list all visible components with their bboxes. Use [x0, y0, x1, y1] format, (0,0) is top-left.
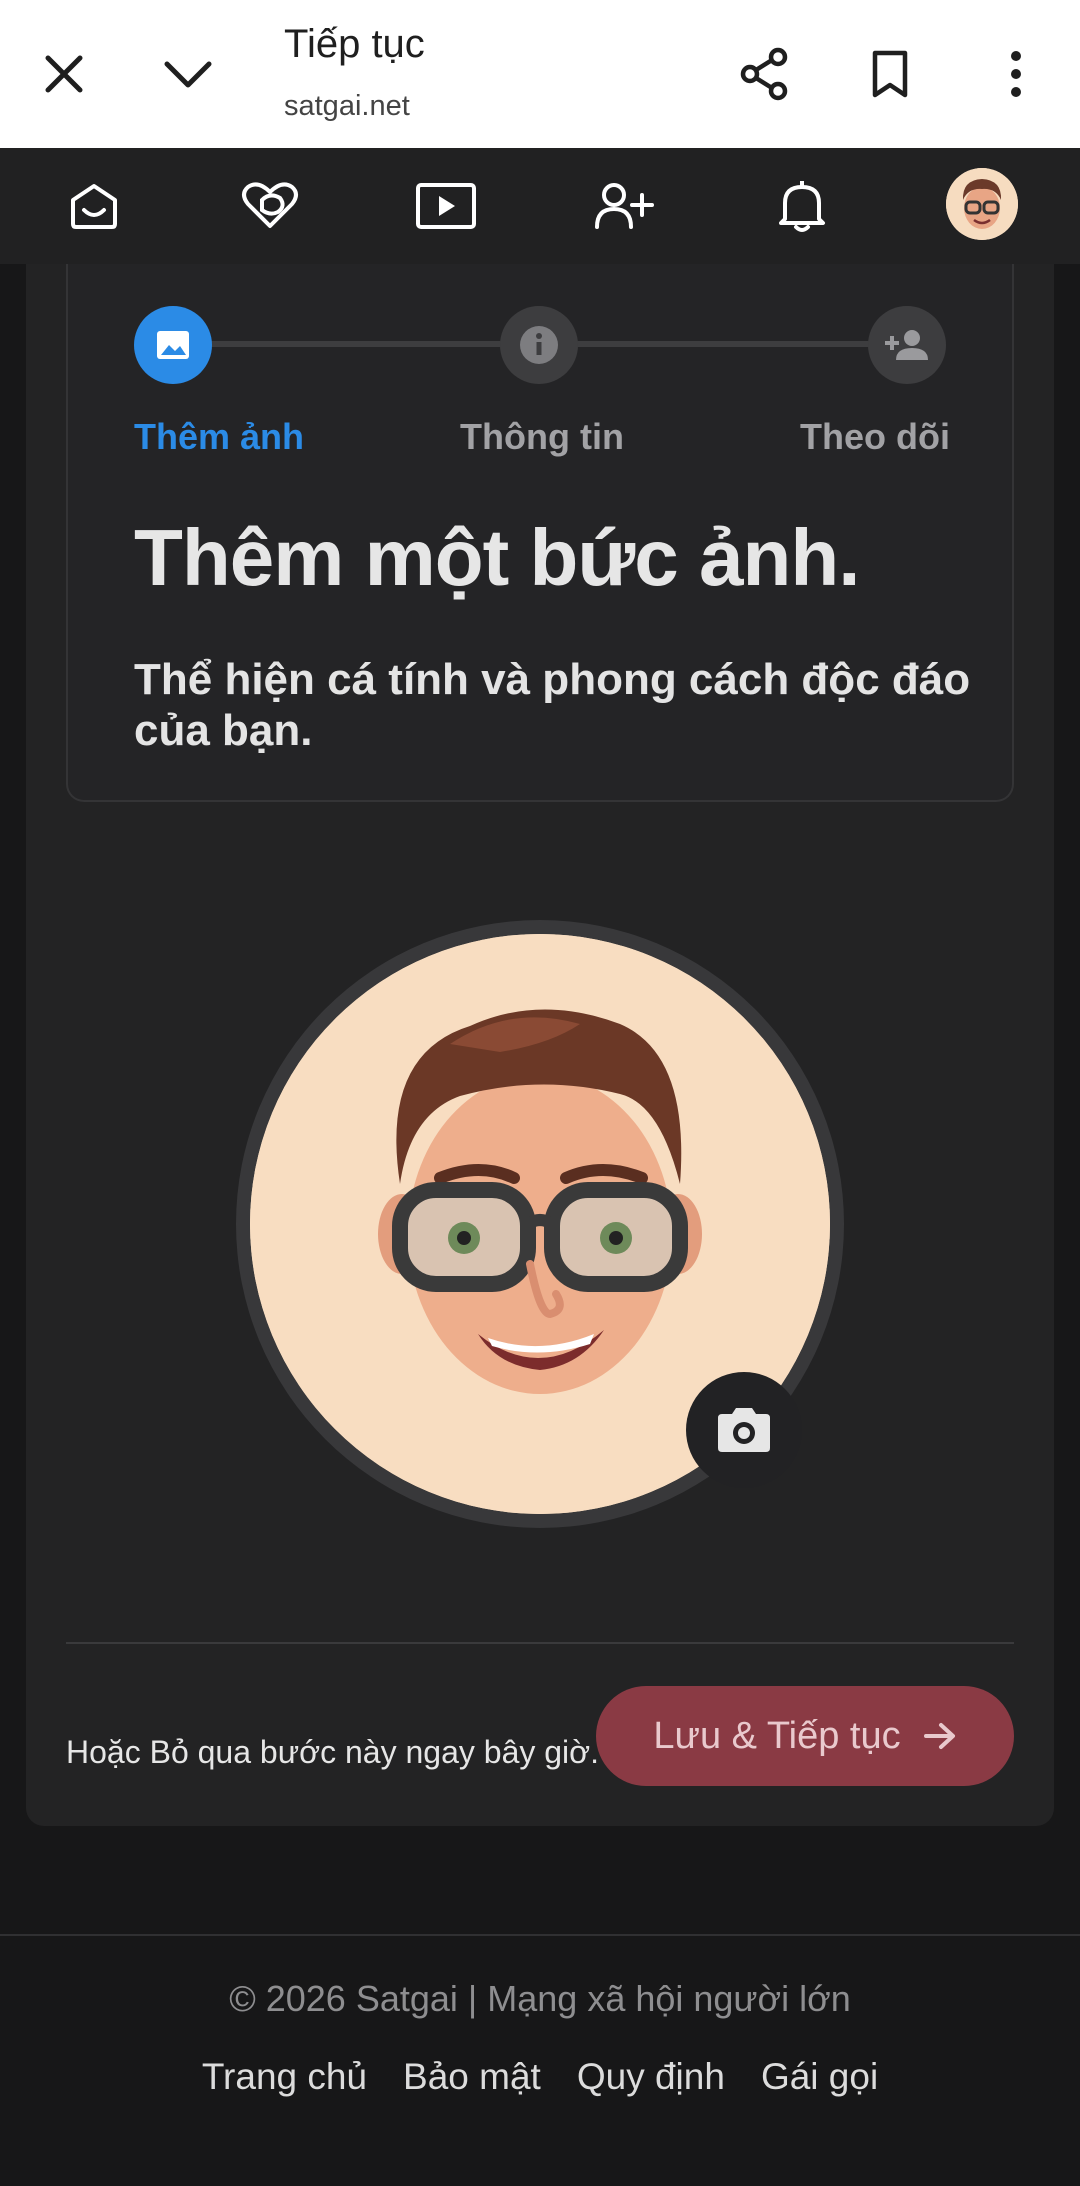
footer-link-home[interactable]: Trang chủ — [202, 2056, 367, 2098]
app-nav-bar — [0, 148, 1080, 264]
image-icon — [157, 331, 189, 359]
section-divider — [66, 1642, 1014, 1644]
nav-friends[interactable] — [592, 174, 656, 238]
bookmark-icon — [872, 50, 908, 98]
step-progress-panel: Thêm ảnh Thông tin Theo dõi Thêm một bức… — [66, 264, 1014, 802]
video-icon — [416, 183, 476, 229]
nav-avatar[interactable] — [946, 168, 1018, 240]
save-continue-button[interactable]: Lưu & Tiếp tục — [596, 1686, 1014, 1786]
step-2-circle[interactable] — [500, 306, 578, 384]
minimize-button[interactable] — [138, 24, 238, 124]
chevron-down-icon — [164, 61, 212, 88]
footer-link-rules[interactable]: Quy định — [577, 2056, 725, 2098]
avatar-memoji-icon — [946, 168, 1018, 240]
step-3-label[interactable]: Theo dõi — [800, 416, 950, 458]
home-icon — [71, 184, 117, 229]
nav-home[interactable] — [62, 174, 126, 238]
footer-links: Trang chủ Bảo mật Quy định Gái gọi — [0, 2056, 1080, 2098]
share-icon — [740, 47, 788, 101]
page-url: satgai.net — [284, 90, 410, 122]
info-icon — [520, 326, 558, 364]
browser-toolbar: Tiếp tục satgai.net — [0, 0, 1080, 148]
footer-divider — [0, 1934, 1080, 1936]
footer-copyright: © 2026 Satgai | Mạng xã hội người lớn — [229, 1978, 851, 2019]
step-1-label[interactable]: Thêm ảnh — [134, 416, 304, 458]
more-menu-button[interactable] — [966, 24, 1066, 124]
nav-dating[interactable] — [238, 174, 302, 238]
arrow-right-icon — [923, 1723, 955, 1749]
close-icon — [45, 55, 83, 93]
step-connector — [554, 341, 894, 347]
heart-chat-icon — [242, 182, 298, 228]
more-vert-icon — [1011, 51, 1021, 97]
step-connector — [188, 341, 524, 347]
step-headline: Thêm một bức ảnh. — [134, 513, 860, 602]
bell-icon — [779, 181, 825, 232]
save-continue-label: Lưu & Tiếp tục — [653, 1714, 901, 1757]
person-add-icon — [885, 330, 928, 360]
camera-icon — [718, 1408, 770, 1452]
footer-link-privacy[interactable]: Bảo mật — [403, 2056, 541, 2098]
close-tab-button[interactable] — [14, 24, 114, 124]
add-friend-icon — [595, 183, 654, 229]
step-1-circle[interactable] — [134, 306, 212, 384]
bookmark-button[interactable] — [840, 24, 940, 124]
add-photo-card: Thêm ảnh Thông tin Theo dõi Thêm một bức… — [26, 264, 1054, 1826]
step-description: Thể hiện cá tính và phong cách độc đáo c… — [134, 655, 971, 755]
step-2-label[interactable]: Thông tin — [460, 416, 624, 458]
footer-link-escort[interactable]: Gái gọi — [761, 2056, 878, 2098]
nav-video[interactable] — [414, 174, 478, 238]
step-3-circle[interactable] — [868, 306, 946, 384]
change-photo-button[interactable] — [686, 1372, 802, 1488]
nav-notifications[interactable] — [770, 174, 834, 238]
skip-step-link[interactable]: Hoặc Bỏ qua bước này ngay bây giờ. — [66, 1734, 599, 1771]
share-button[interactable] — [714, 24, 814, 124]
page-title: Tiếp tục — [284, 22, 425, 66]
